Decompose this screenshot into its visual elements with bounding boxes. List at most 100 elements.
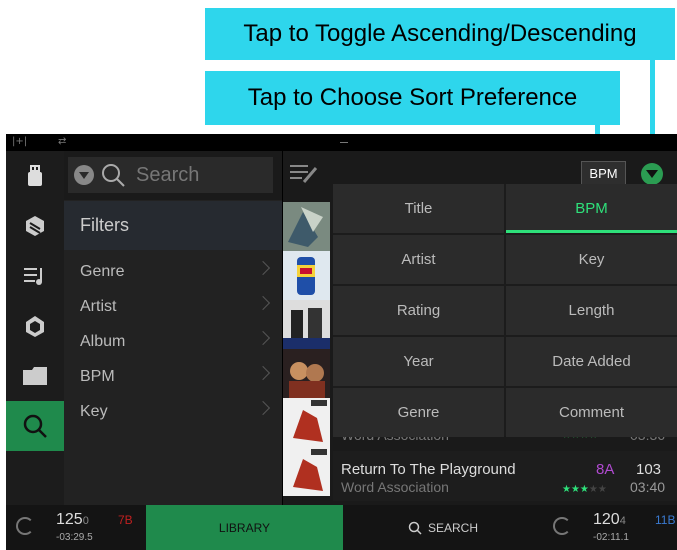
callout-toggle-sort-direction: Tap to Toggle Ascending/Descending [205,8,675,60]
deck-bpm-decimal: 0 [82,515,89,527]
sort-option-length[interactable]: Length [506,286,677,335]
deck-bpm-value: 125 [56,511,83,528]
album-art [283,300,330,349]
edit-list-icon[interactable] [290,162,318,186]
sync-icon[interactable] [553,517,571,535]
sort-option-year[interactable]: Year [333,337,504,386]
chevron-right-icon [255,400,271,416]
sort-option-label: Genre [397,404,440,421]
selected-indicator [506,230,677,233]
sort-option-label: Title [404,200,433,217]
filters-header-label: Filters [80,215,129,235]
usb-source-button[interactable] [6,151,64,201]
album-art [283,202,330,251]
sort-option-label: Comment [558,404,625,421]
chevron-right-icon [255,330,271,346]
sort-option-label: Year [403,353,434,370]
album-art [283,447,330,496]
filter-item-genre[interactable]: Genre [64,254,282,289]
sort-option-title[interactable]: Title [333,184,504,233]
track-artist: Word Association [341,479,449,495]
filter-panel: Search Filters Genre Artist Album BPM Ke… [64,151,282,505]
sort-option-comment[interactable]: Comment [506,388,677,437]
sort-option-key[interactable]: Key [506,235,677,284]
filter-item-label: Genre [80,262,125,280]
folder-icon [23,367,47,385]
filter-item-album[interactable]: Album [64,324,282,359]
swap-icon: ⇄ [58,136,67,147]
sort-option-genre[interactable]: Genre [333,388,504,437]
sort-option-label: Length [568,302,615,319]
filter-item-artist[interactable]: Artist [64,289,282,324]
track-length: 03:40 [630,479,666,495]
chevron-right-icon [255,295,271,311]
sort-option-label: Artist [401,251,436,268]
search-button[interactable]: SEARCH [343,505,543,550]
sort-option-label: Rating [396,302,441,319]
chevron-right-icon [255,365,271,381]
sort-option-artist[interactable]: Artist [333,235,504,284]
prepare-icon [26,316,44,337]
crates-button[interactable] [6,201,64,251]
track-title: Return To The Playground [341,461,516,478]
album-art [283,398,330,447]
status-strip: |+| ⇄ [6,134,677,151]
search-dropdown-icon[interactable] [74,165,94,185]
search-bar-area: Search [64,151,282,200]
deck-bpm: 1204 [593,511,626,529]
callout-arrow-toggle-shaft [650,60,655,145]
search-icon [102,164,125,187]
deck-key: 11B [655,513,676,527]
filter-item-label: Album [80,332,126,350]
sort-option-label: Key [578,251,605,268]
track-bpm: 103 [636,461,662,478]
track-rating: ★★★★★ [562,484,607,495]
search-input[interactable]: Search [68,157,273,193]
sort-menu: Title BPM Artist Key Rating Length Year … [333,184,677,437]
filter-item-label: Key [80,402,108,420]
bottom-bar: 1250 -03:29.5 7B LIBRARY SEARCH 1204 -02… [6,505,677,550]
sort-option-label: Date Added [552,353,631,370]
deck-time: -02:11.1 [593,532,629,543]
sort-option-label: BPM [575,200,608,217]
deck-bpm: 1250 [56,511,89,529]
track-key: 8A [596,461,615,478]
deck-indicator-icon: |+| [12,136,28,147]
library-button[interactable]: LIBRARY [146,505,343,550]
prepare-button[interactable] [6,301,64,351]
playlist-icon [24,268,42,285]
sort-direction-toggle[interactable] [641,163,663,185]
search-source-button[interactable] [6,401,64,451]
sync-icon[interactable] [16,517,34,535]
source-rail [6,151,64,505]
sort-option-bpm[interactable]: BPM [506,184,677,233]
sort-option-rating[interactable]: Rating [333,286,504,335]
deck-key: 7B [118,513,133,527]
search-button-label: SEARCH [427,520,478,535]
deck-bpm-value: 120 [593,511,620,528]
callout-sort-preference: Tap to Choose Sort Preference [205,71,620,125]
filters-header[interactable]: Filters [64,201,282,250]
usb-icon [28,165,42,186]
playlists-button[interactable] [6,251,64,301]
callout-sort-text: Tap to Choose Sort Preference [247,84,578,111]
files-button[interactable] [6,351,64,401]
device-screen: |+| ⇄ Search Filters Genre Artist Album … [6,134,677,550]
deck-time: -03:29.5 [56,532,93,543]
album-art [283,349,330,398]
filter-item-label: BPM [80,367,115,385]
search-placeholder: Search [136,163,200,186]
filter-item-key[interactable]: Key [64,394,282,429]
sort-option-date-added[interactable]: Date Added [506,337,677,386]
filter-item-label: Artist [80,297,117,315]
left-deck-info: 1250 -03:29.5 7B [6,505,146,550]
callout-toggle-text: Tap to Toggle Ascending/Descending [243,20,637,47]
search-icon [408,521,422,535]
deck-bpm-decimal: 4 [619,515,626,527]
filter-item-bpm[interactable]: BPM [64,359,282,394]
search-icon [23,414,47,438]
status-dash [340,142,348,143]
chevron-right-icon [255,260,271,276]
sort-by-button[interactable]: BPM [581,161,626,186]
right-deck-info: 1204 -02:11.1 11B [543,505,677,550]
